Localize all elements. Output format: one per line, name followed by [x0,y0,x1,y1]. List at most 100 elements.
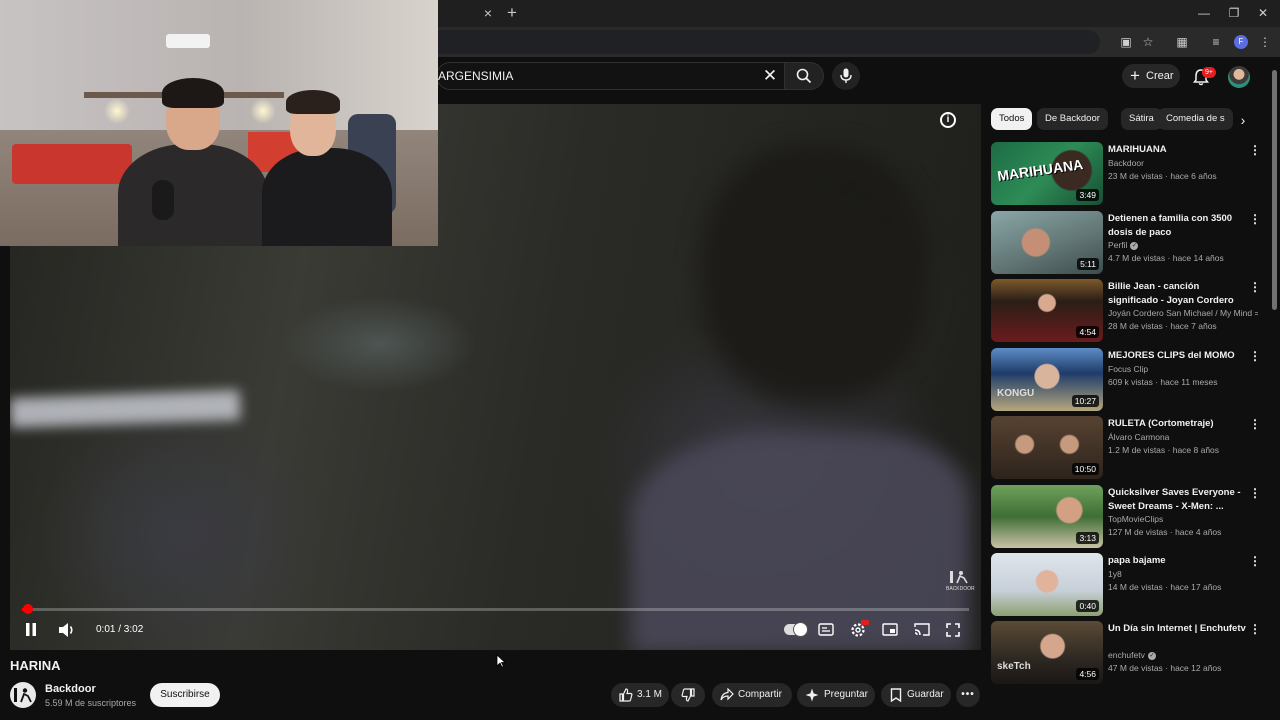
more-vertical-icon[interactable]: ⋮ [1249,486,1261,502]
recommendation-title[interactable]: Billie Jean - canción significado - Joya… [1108,280,1248,307]
recommendation-thumbnail[interactable]: 3:13 [991,485,1103,548]
chip-comedia[interactable]: Comedia de s [1158,108,1233,130]
webcam-person-hair [162,78,224,108]
info-icon[interactable]: i [940,112,956,128]
channel-watermark[interactable]: BACKDOOR [946,570,975,594]
like-button[interactable]: 3.1 M [611,683,669,707]
ask-button[interactable]: Preguntar [797,683,875,707]
recommendation-item[interactable]: 0:40 papa bajame 1y8 14 M de vistas · hace … [991,553,1263,617]
recommendation-title[interactable]: papa bajame [1108,554,1248,568]
cast-button[interactable] [914,620,932,640]
thumbnail-text: MARIHUANA [996,156,1085,184]
restore-window-icon[interactable]: ❐ [1223,4,1245,22]
recommendation-title[interactable]: Detienen a familia con 3500 dosis de pac… [1108,212,1248,239]
chevron-right-icon[interactable]: › [1234,110,1252,130]
recommendation-item[interactable]: MARIHUANA 3:49 MARIHUANA Backdoor 23 M de vi… [991,142,1263,206]
mute-button[interactable] [58,620,78,640]
recommendation-thumbnail[interactable]: KONGU 10:27 [991,348,1103,411]
recommendation-channel[interactable]: TopMovieClips [1108,514,1163,524]
minimize-window-icon[interactable]: — [1193,4,1215,22]
recommendation-title[interactable]: MEJORES CLIPS del MOMO [1108,349,1248,363]
volume-icon [59,623,73,637]
recommendation-channel[interactable]: 1y8 [1108,569,1122,579]
subscribe-button[interactable]: Suscribirse [150,683,220,707]
more-vertical-icon[interactable]: ⋮ [1249,143,1261,159]
thumbs-down-icon [681,688,695,702]
more-vertical-icon[interactable]: ⋮ [1249,280,1261,296]
recommendation-thumbnail[interactable]: 0:40 [991,553,1103,616]
video-duration: 4:56 [1076,668,1099,680]
recommendation-item[interactable]: 5:11 Detienen a familia con 3500 dosis de… [991,211,1263,275]
more-vertical-icon[interactable]: ⋮ [1249,349,1261,365]
recommendation-thumbnail[interactable]: 5:11 [991,211,1103,274]
more-vertical-icon[interactable]: ⋮ [1249,417,1261,433]
recommendation-title[interactable]: RULETA (Cortometraje) [1108,417,1248,431]
recommendation-channel-row: Álvaro Carmona [1108,432,1258,442]
more-vertical-icon[interactable]: ⋮ [1249,554,1261,570]
chip-de-backdoor[interactable]: De Backdoor [1037,108,1108,130]
recommendation-channel[interactable]: enchufetv [1108,650,1145,660]
pause-icon [26,623,36,636]
omnibox[interactable] [430,30,1100,54]
recommendation-meta: 609 k vistas · hace 11 meses [1108,377,1218,387]
more-actions-button[interactable]: ••• [956,683,980,707]
recommendation-item[interactable]: 3:13 Quicksilver Saves Everyone - Sweet D… [991,485,1263,549]
dislike-button[interactable] [671,683,705,707]
pause-button[interactable] [24,620,40,640]
autoplay-toggle[interactable] [784,623,807,636]
scrollbar-thumb[interactable] [1272,70,1277,310]
close-window-icon[interactable]: ✕ [1252,4,1274,22]
create-label: Crear [1146,70,1174,82]
more-vertical-icon[interactable]: ⋮ [1249,622,1261,638]
clear-search-icon[interactable]: ✕ [760,65,780,87]
channel-name[interactable]: Backdoor [45,683,96,695]
recommendation-thumbnail[interactable]: 4:54 [991,279,1103,342]
account-avatar[interactable] [1228,66,1250,88]
recommendation-channel[interactable]: Perfil [1108,240,1127,250]
search-button[interactable] [784,62,824,90]
chip-todos[interactable]: Todos [991,108,1033,130]
video-frame-shape [630,434,970,650]
share-label: Compartir [738,689,782,700]
recommendation-thumbnail[interactable]: 10:50 [991,416,1103,479]
recommendation-channel-row: Joyán Cordero San Michael / My Mind = ..… [1108,308,1258,318]
more-vertical-icon[interactable]: ⋮ [1249,212,1261,228]
channel-avatar[interactable] [10,682,36,708]
recommendation-thumbnail[interactable]: MARIHUANA 3:49 [991,142,1103,205]
recommendation-title[interactable]: MARIHUANA [1108,143,1248,157]
voice-search-button[interactable] [832,62,860,90]
thumbnail-text: KONGU [997,388,1035,399]
save-button[interactable]: Guardar [881,683,951,707]
tab-close-icon[interactable]: × [478,4,498,22]
bookmark-star-icon[interactable]: ☆ [1139,34,1157,50]
seek-bar-handle[interactable] [22,604,33,614]
browser-profile-avatar[interactable]: F [1234,35,1248,49]
reading-list-icon[interactable]: ≡ [1207,34,1225,50]
subtitles-button[interactable] [818,620,834,640]
create-button[interactable]: + Crear [1122,64,1180,88]
seek-bar[interactable] [22,604,969,614]
hd-badge-icon [861,620,869,625]
cast-tab-icon[interactable]: ▣ [1117,34,1135,50]
recommendation-thumbnail[interactable]: skeTch 4:56 [991,621,1103,684]
miniplayer-button[interactable] [882,620,900,640]
webcam-air-conditioner [166,34,210,48]
extensions-icon[interactable]: ▦ [1173,34,1191,50]
recommendation-channel[interactable]: Focus Clip [1108,364,1148,374]
recommendation-channel[interactable]: Backdoor [1108,158,1144,168]
recommendation-item[interactable]: skeTch 4:56 Un Día sin Internet | Enchufet… [991,621,1263,685]
browser-menu-icon[interactable]: ⋮ [1256,34,1274,50]
mouse-cursor-icon [496,654,506,668]
settings-button[interactable] [850,620,869,640]
chip-satira[interactable]: Sátira [1121,108,1162,130]
recommendation-item[interactable]: KONGU 10:27 MEJORES CLIPS del MOMO Focus Cl… [991,348,1263,412]
fullscreen-button[interactable] [946,620,964,640]
share-button[interactable]: Compartir [712,683,792,707]
new-tab-button[interactable]: + [502,3,522,23]
recommendation-channel[interactable]: Joyán Cordero San Michael / My Mind = ..… [1108,308,1258,318]
recommendation-title[interactable]: Un Día sin Internet | Enchufetv [1108,622,1248,636]
recommendation-item[interactable]: 10:50 RULETA (Cortometraje) Álvaro Carmona… [991,416,1263,480]
recommendation-title[interactable]: Quicksilver Saves Everyone - Sweet Dream… [1108,486,1248,513]
recommendation-item[interactable]: 4:54 Billie Jean - canción significado - … [991,279,1263,343]
recommendation-channel[interactable]: Álvaro Carmona [1108,432,1169,442]
